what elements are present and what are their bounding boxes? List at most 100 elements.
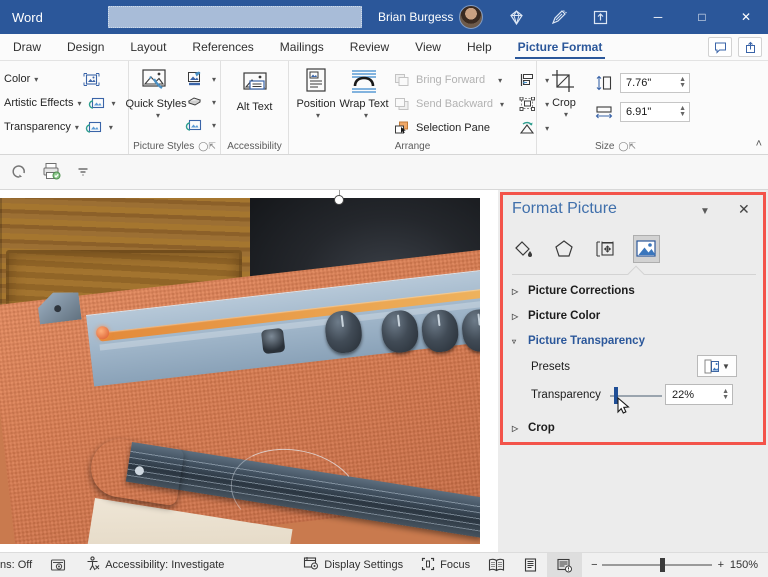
chevron-down-icon[interactable]: ▾ — [109, 123, 113, 132]
color-button[interactable]: Color ▾ — [4, 67, 116, 91]
document-canvas[interactable] — [0, 190, 498, 552]
transparency-value: 22% — [672, 388, 695, 401]
focus-button[interactable]: Focus — [412, 553, 479, 577]
collapse-ribbon-button[interactable]: ˄ — [756, 138, 762, 150]
crop-button[interactable]: Crop ▾ — [541, 67, 587, 121]
picture-effects-button[interactable]: ▾ — [181, 91, 218, 113]
quick-styles-icon — [140, 68, 172, 97]
position-icon — [302, 68, 330, 97]
layout-properties-icon[interactable] — [592, 235, 619, 263]
shape-width-stepper[interactable]: ▲ ▼ — [679, 105, 686, 118]
alt-text-icon — [239, 72, 271, 100]
shape-height-stepper[interactable]: ▲ ▼ — [679, 76, 686, 89]
picture-icon[interactable] — [632, 235, 660, 263]
transparency-input[interactable]: 22% ▲ ▼ — [665, 384, 733, 405]
display-settings-button[interactable]: Display Settings — [294, 553, 412, 577]
position-label: Position — [296, 98, 336, 110]
compress-pictures-icon[interactable] — [80, 69, 102, 89]
send-backward-icon — [391, 94, 413, 114]
shape-width-input[interactable]: 6.91" ▲ ▼ — [620, 102, 690, 122]
dialog-launcher-icon[interactable]: ◯⇱ — [618, 141, 636, 152]
maximize-button[interactable]: □ — [680, 0, 724, 34]
zoom-slider[interactable] — [601, 558, 712, 572]
input-jack — [260, 327, 286, 355]
account-name[interactable]: Brian Burgess — [378, 10, 453, 24]
picture-effects-icon — [183, 92, 205, 112]
transparency-stepper[interactable]: ▲ ▼ — [722, 388, 729, 401]
picture-layout-icon — [183, 115, 205, 135]
chevron-down-icon: ▾ — [34, 74, 39, 84]
comments-button[interactable] — [708, 37, 732, 57]
section-picture-color[interactable]: ▷ Picture Color — [512, 310, 600, 322]
artistic-effects-button[interactable]: Artistic Effects ▾ ▾ — [4, 91, 116, 115]
bring-forward-label: Bring Forward — [416, 74, 486, 86]
ribbon-display-options-icon[interactable] — [585, 0, 615, 34]
close-button[interactable]: ✕ — [724, 0, 768, 34]
dialog-launcher-icon[interactable]: ◯⇱ — [198, 141, 216, 152]
tab-mailings[interactable]: Mailings — [267, 34, 337, 61]
alt-text-button[interactable]: Alt Text — [232, 70, 278, 115]
pane-options-caret-icon[interactable]: ▼ — [700, 206, 710, 217]
web-layout-button[interactable] — [547, 552, 583, 577]
tab-draw[interactable]: Draw — [0, 34, 54, 61]
chevron-down-icon[interactable]: ▾ — [212, 98, 216, 107]
print-layout-button[interactable] — [514, 553, 547, 577]
rotate-handle[interactable] — [334, 195, 344, 205]
picture-border-button[interactable]: ▾ — [181, 68, 218, 90]
quick-styles-button[interactable]: Quick Styles ▾ — [125, 66, 187, 122]
customize-quick-access-icon[interactable] — [76, 164, 90, 181]
zoom-out-button[interactable]: − — [582, 553, 601, 577]
rotate-icon — [516, 118, 538, 138]
fill-line-icon[interactable] — [510, 235, 537, 263]
transparency-button[interactable]: Transparency ▾ ▾ — [4, 115, 116, 139]
chevron-down-icon[interactable]: ▾ — [212, 121, 216, 130]
alt-text-label: Alt Text — [236, 101, 273, 113]
macro-recording-icon[interactable] — [41, 553, 76, 577]
accessibility-status[interactable]: Accessibility: Investigate — [76, 553, 233, 577]
editing-suggestions-status[interactable]: ns: Off — [0, 553, 41, 577]
section-picture-corrections[interactable]: ▷ Picture Corrections — [512, 285, 635, 297]
change-picture-icon[interactable] — [86, 93, 108, 113]
selection-pane-button[interactable]: Selection Pane — [389, 117, 506, 139]
chevron-right-icon: ▷ — [512, 286, 519, 296]
editor-pen-icon[interactable] — [543, 0, 573, 34]
chevron-right-icon: ▷ — [512, 423, 519, 433]
wrap-text-button[interactable]: Wrap Text ▾ — [339, 66, 389, 122]
section-picture-transparency[interactable]: ▿ Picture Transparency — [512, 335, 645, 347]
shape-height-field[interactable]: 7.76" ▲ ▼ — [593, 71, 690, 95]
share-button[interactable] — [738, 37, 762, 57]
tab-view[interactable]: View — [402, 34, 454, 61]
reset-picture-icon[interactable] — [83, 117, 105, 137]
shape-height-input[interactable]: 7.76" ▲ ▼ — [620, 73, 690, 93]
pane-close-icon[interactable]: ✕ — [738, 201, 750, 218]
search-input[interactable] — [108, 6, 362, 28]
shape-width-field[interactable]: 6.91" ▲ ▼ — [593, 100, 690, 124]
tab-layout[interactable]: Layout — [117, 34, 179, 61]
effects-icon[interactable] — [551, 235, 578, 263]
section-crop-label: Crop — [528, 422, 555, 434]
undo-icon[interactable] — [10, 162, 28, 183]
tab-references[interactable]: References — [179, 34, 266, 61]
zoom-in-button[interactable]: + — [712, 553, 726, 577]
avatar[interactable] — [459, 5, 484, 29]
ribbon-group-title-picture-styles: Picture Styles ◯⇱ — [133, 139, 216, 154]
picture-layout-button[interactable]: ▾ — [181, 114, 218, 136]
diamond-premium-icon[interactable] — [501, 0, 531, 34]
zoom-percent[interactable]: 150% — [726, 559, 768, 571]
position-button[interactable]: Position ▾ — [293, 66, 339, 122]
tab-design[interactable]: Design — [54, 34, 117, 61]
tab-picture-format[interactable]: Picture Format — [505, 34, 616, 61]
guitar-amplifier-photo[interactable] — [0, 198, 480, 544]
tab-help[interactable]: Help — [454, 34, 505, 61]
zoom-slider-thumb[interactable] — [659, 558, 665, 572]
section-crop[interactable]: ▷ Crop — [512, 422, 555, 434]
ribbon-group-picture-styles: Quick Styles ▾ ▾ ▾ ▾ Picture Styles ◯⇱ — [125, 61, 220, 154]
transparency-presets-dropdown[interactable]: ▼ — [697, 355, 737, 377]
chevron-down-icon: ▾ — [74, 122, 79, 132]
read-mode-button[interactable] — [479, 553, 514, 577]
chevron-down-icon[interactable]: ▾ — [112, 99, 116, 108]
print-preview-icon[interactable] — [42, 162, 62, 183]
chevron-down-icon[interactable]: ▾ — [212, 75, 216, 84]
minimize-button[interactable]: ─ — [636, 0, 680, 34]
tab-review[interactable]: Review — [337, 34, 402, 61]
